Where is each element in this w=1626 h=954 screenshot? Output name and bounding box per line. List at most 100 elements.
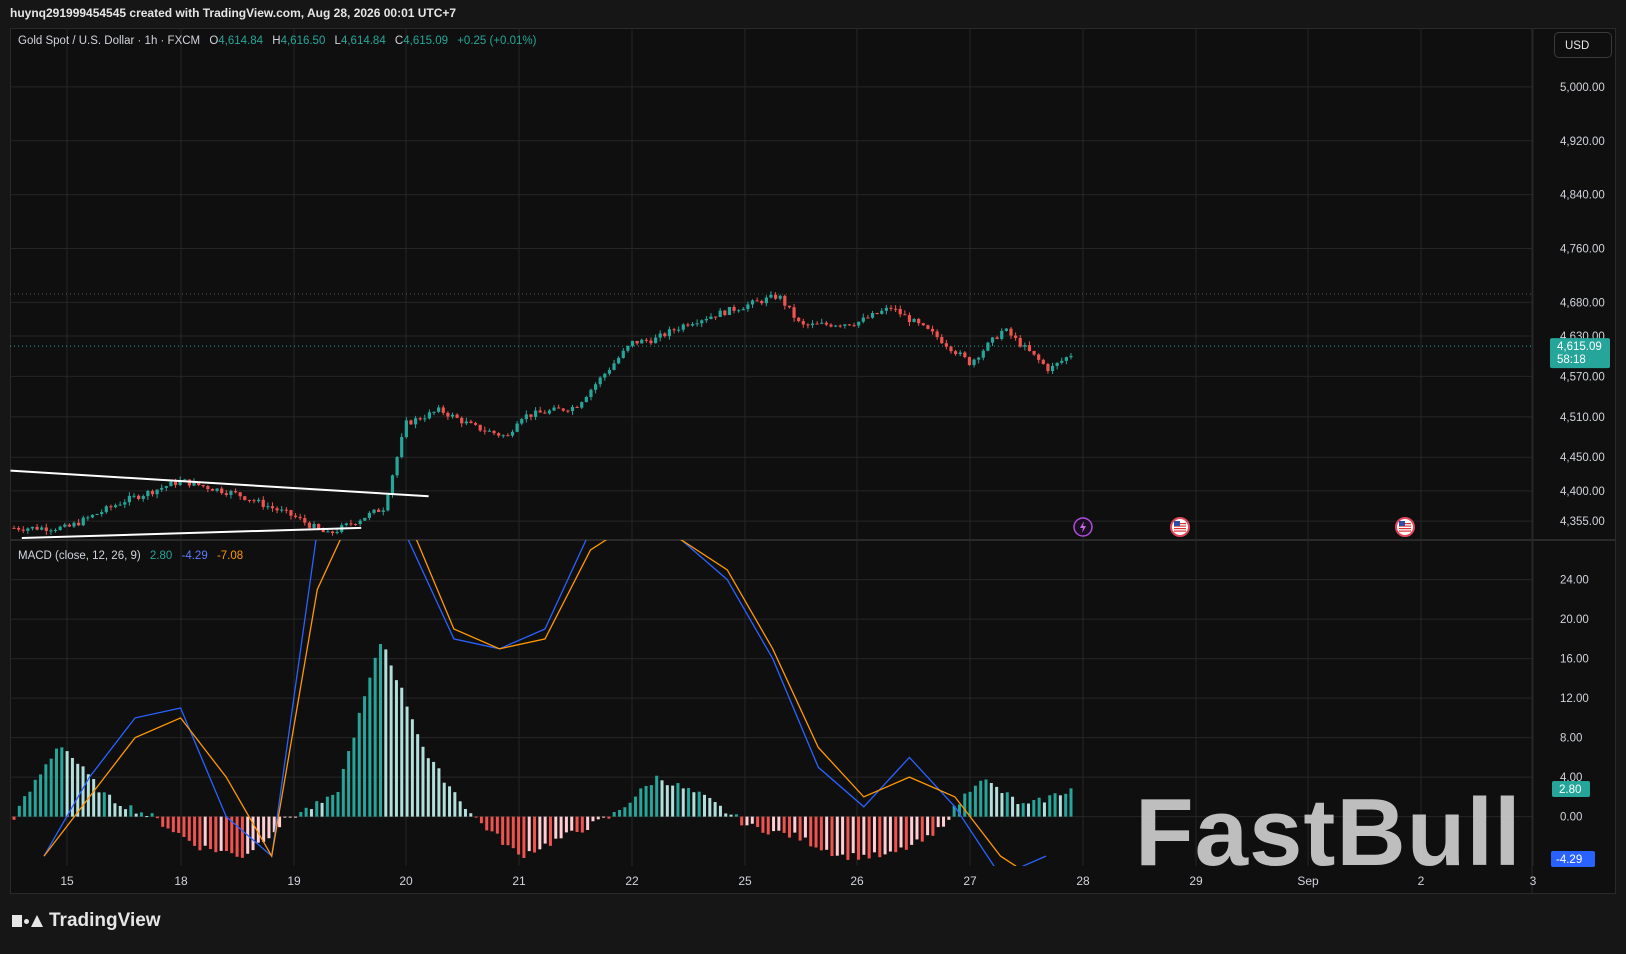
macd-legend[interactable]: MACD (close, 12, 26, 9) 2.80 -4.29 -7.08 (18, 550, 243, 562)
candle-body (441, 407, 445, 413)
macd-histogram-bar (676, 783, 680, 817)
macd-histogram-bar (782, 816, 786, 833)
candle-body (930, 328, 935, 332)
candle-body (617, 357, 621, 364)
candle-body (995, 337, 999, 339)
candle-body (677, 329, 681, 331)
candle-body (132, 495, 136, 497)
candle-body (700, 320, 704, 324)
macd-histogram-bar (835, 816, 839, 856)
us-flag-icon[interactable] (1170, 517, 1190, 537)
candle-body (423, 418, 427, 420)
candle-body (312, 523, 316, 528)
currency-button[interactable]: USD (1554, 32, 1612, 58)
candle-body (552, 407, 556, 411)
candle-body (478, 424, 482, 431)
macd-histogram-bar (474, 816, 478, 818)
price-pane[interactable] (10, 291, 1415, 539)
tradingview-logo[interactable]: TradingView (12, 910, 161, 932)
candle-body (432, 411, 436, 413)
symbol-legend[interactable]: Gold Spot / U.S. Dollar · 1h · FXCM O4,6… (18, 35, 536, 47)
macd-histogram-bar (1064, 793, 1068, 817)
price-tick-label: 4,570.00 (1560, 371, 1605, 383)
candle-body (649, 340, 653, 344)
candle-body (672, 329, 676, 331)
macd-histogram-bar (851, 816, 855, 854)
macd-histogram-bar (495, 816, 499, 834)
macd-histogram-bar (1058, 795, 1062, 817)
candle-body (917, 318, 921, 324)
candle-body (44, 527, 48, 531)
macd-tick-label: 16.00 (1560, 654, 1589, 666)
macd-histogram-bar (49, 758, 53, 817)
candle-body (427, 412, 432, 419)
macd-histogram-bar (357, 712, 361, 817)
candle-body (1050, 365, 1055, 372)
macd-histogram-bar (325, 796, 329, 817)
candle-body (630, 340, 635, 346)
macd-histogram-bar (267, 816, 271, 839)
candle-body (123, 502, 127, 505)
macd-histogram-bar (857, 816, 861, 860)
macd-histogram-bar (60, 747, 64, 817)
candle-body (497, 433, 501, 436)
candle-body (857, 321, 861, 326)
candle-body (146, 490, 150, 497)
candle-body (570, 407, 575, 412)
trendline[interactable] (10, 469, 429, 498)
macd-histogram-bar (469, 813, 473, 817)
price-tick-label: 4,510.00 (1560, 412, 1605, 424)
candle-body (667, 329, 672, 337)
candle-body (954, 351, 958, 355)
macd-histogram-bar (1000, 793, 1004, 817)
macd-histogram-bar (984, 779, 988, 817)
macd-histogram-bar (570, 816, 574, 831)
macd-tick-label: 12.00 (1560, 693, 1589, 705)
macd-histogram-bar (166, 816, 170, 829)
candle-body (718, 310, 722, 317)
candle-body (515, 423, 519, 432)
candle-body (26, 528, 30, 531)
trendline[interactable] (21, 526, 362, 539)
macd-histogram-bar (915, 816, 919, 840)
candle-body (81, 517, 85, 526)
candle-body (238, 492, 242, 497)
macd-histogram-bar (187, 816, 191, 841)
lightning-icon[interactable] (1073, 517, 1093, 537)
candle-body (141, 496, 145, 499)
macd-histogram-bar (867, 816, 871, 859)
candle-body (603, 373, 607, 378)
macd-histogram-bar (219, 816, 223, 851)
candle-body (58, 526, 62, 530)
macd-histogram-bar (703, 794, 707, 817)
candle-body (473, 423, 478, 425)
countdown-value: 58:18 (1557, 354, 1586, 366)
candle-body (843, 324, 847, 326)
macd-histogram-bar (878, 816, 882, 858)
macd-histogram-bar (596, 816, 600, 820)
candle-body (875, 313, 879, 315)
candle-body (247, 499, 252, 501)
axes: 15 18 19 20 21 22 25 26 27 28 29 Sep 2 35,000.004,920… (60, 82, 1610, 888)
candle-body (215, 488, 219, 491)
candle-body (395, 457, 399, 476)
macd-line-tag-value: -4.29 (1556, 854, 1582, 866)
candle-body (750, 300, 755, 305)
us-flag-icon[interactable] (1395, 517, 1415, 537)
macd-tick-label: 24.00 (1560, 575, 1589, 587)
macd-histogram-bar (947, 816, 951, 820)
macd-histogram-bar (320, 802, 324, 817)
macd-histogram-bar (787, 816, 791, 838)
candle-body (746, 304, 750, 309)
candle-body (801, 321, 805, 325)
macd-histogram-bar (1021, 803, 1025, 817)
macd-histogram-bar (65, 751, 69, 817)
candle-body (538, 410, 542, 413)
macd-histogram-bar (283, 816, 287, 818)
close-label: C (394, 35, 404, 47)
candle-body (612, 363, 616, 370)
macd-histogram-bar (660, 780, 664, 817)
macd-histogram-bar (708, 797, 712, 817)
macd-histogram-bar (501, 816, 505, 845)
macd-histogram-bar (240, 816, 244, 858)
